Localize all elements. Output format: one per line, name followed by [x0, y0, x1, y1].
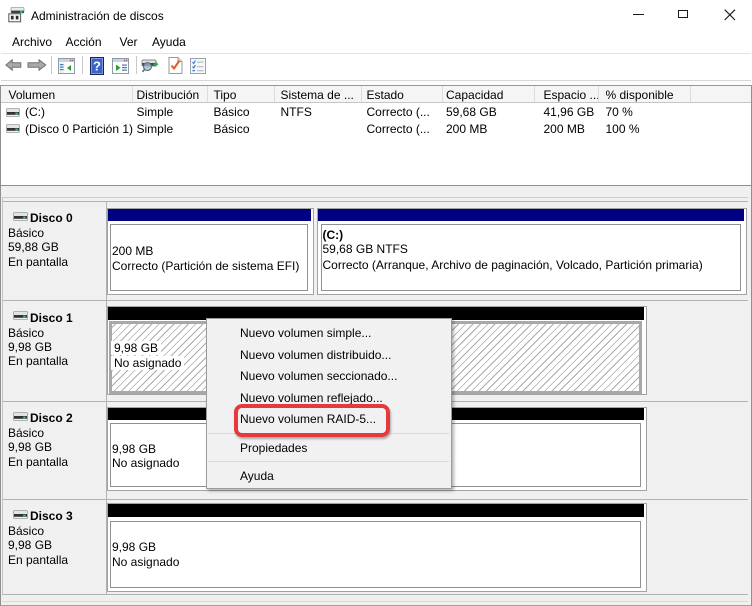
svg-text:?: ?: [93, 58, 101, 73]
